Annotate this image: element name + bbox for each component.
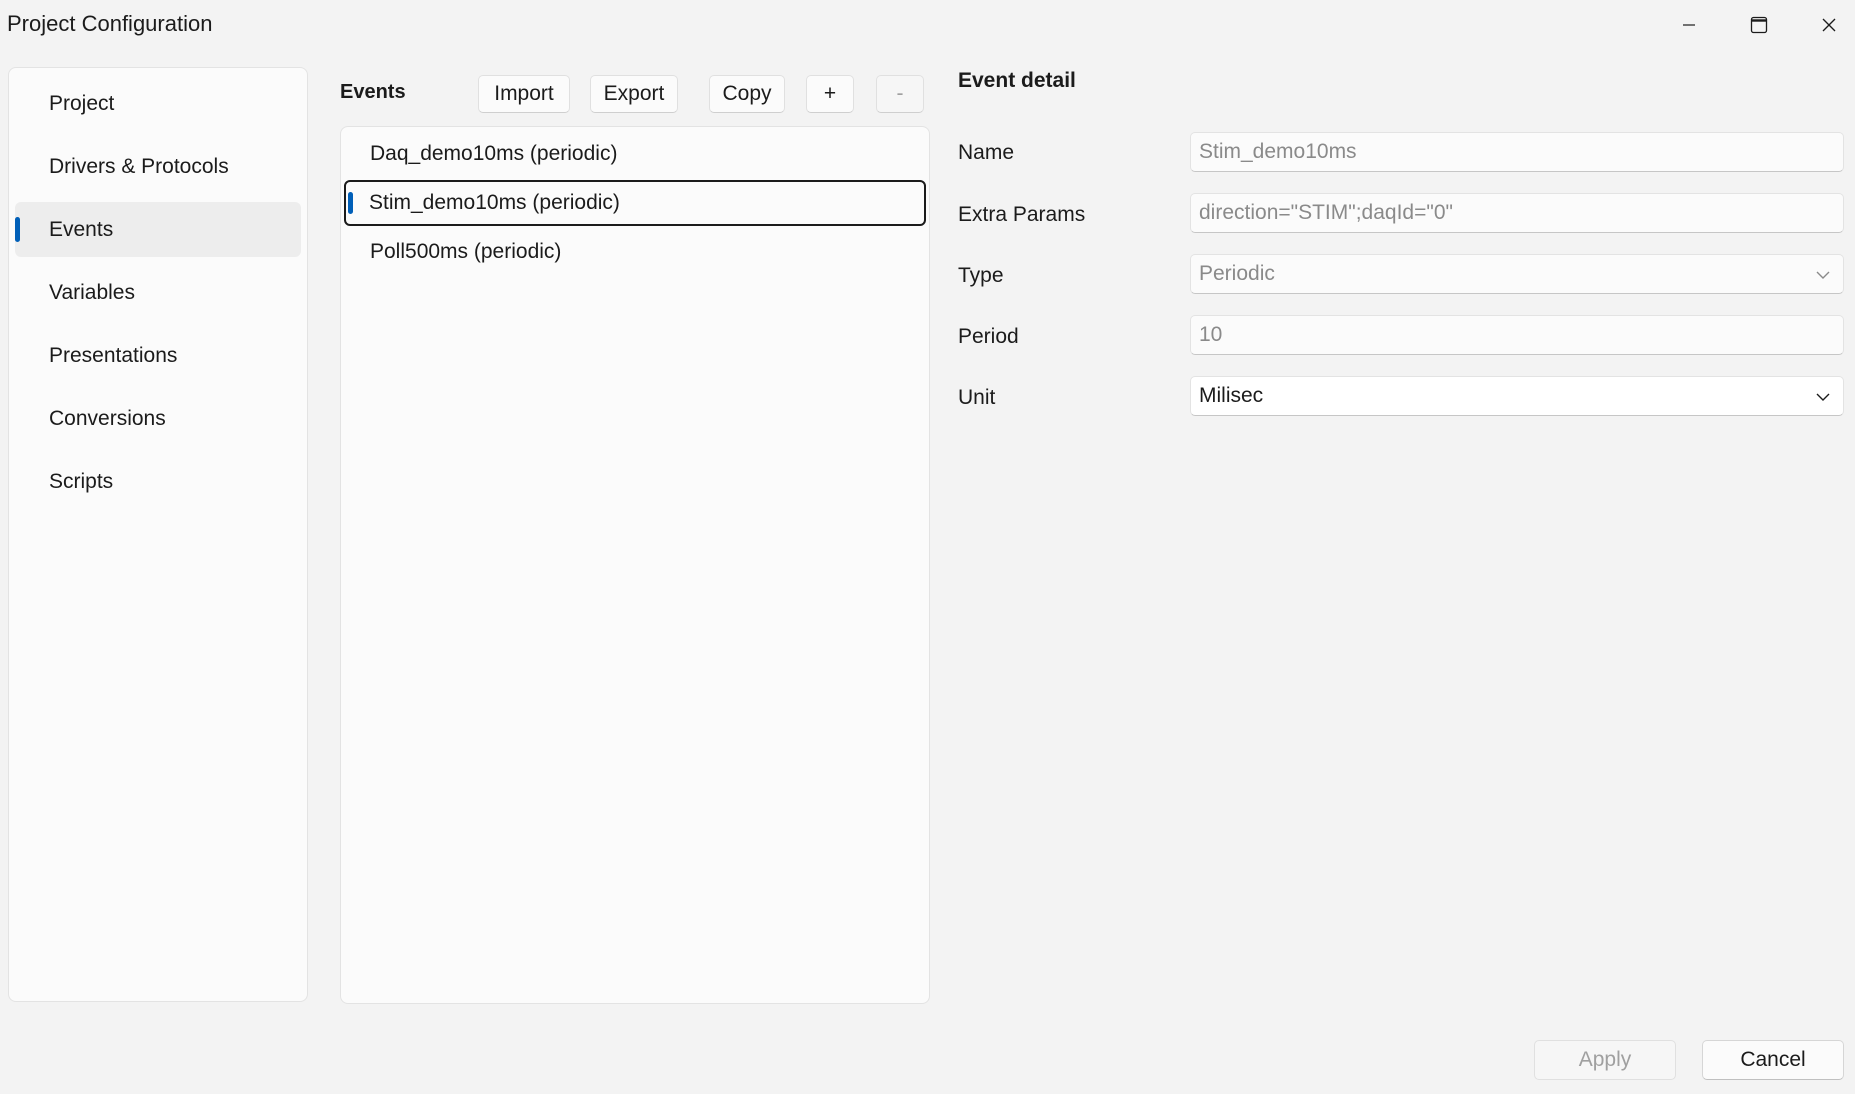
window-title: Project Configuration — [7, 11, 213, 36]
period-field[interactable]: 10 — [1190, 315, 1844, 355]
cancel-button[interactable]: Cancel — [1702, 1040, 1844, 1080]
maximize-icon — [1750, 16, 1768, 34]
event-item-label: Stim_demo10ms (periodic) — [369, 191, 620, 214]
close-icon — [1822, 18, 1836, 32]
sidebar-item-presentations[interactable]: Presentations — [15, 328, 301, 383]
type-dropdown[interactable]: Periodic — [1190, 254, 1844, 294]
import-button[interactable]: Import — [478, 75, 570, 113]
unit-value: Milisec — [1199, 384, 1264, 407]
sidebar-item-label: Variables — [49, 280, 135, 304]
event-list-item-stim-demo10ms[interactable]: Stim_demo10ms (periodic) — [344, 180, 926, 226]
sidebar-item-project[interactable]: Project — [15, 76, 301, 131]
event-list-item-poll500ms[interactable]: Poll500ms (periodic) — [344, 229, 926, 275]
close-button[interactable] — [1794, 0, 1855, 50]
events-toolbar: Events Import Export Copy + - — [340, 75, 930, 115]
project-configuration-window: Project Configuration Project Drivers & … — [0, 0, 1855, 1094]
selection-indicator — [15, 217, 20, 242]
remove-event-button[interactable]: - — [876, 75, 924, 113]
extra-params-label: Extra Params — [958, 203, 1086, 226]
extra-params-field[interactable]: direction="STIM";daqId="0" — [1190, 193, 1844, 233]
sidebar-item-label: Project — [49, 91, 115, 115]
name-field[interactable]: Stim_demo10ms — [1190, 132, 1844, 172]
extra-params-value: direction="STIM";daqId="0" — [1199, 201, 1453, 224]
period-value: 10 — [1199, 323, 1223, 346]
event-list: Daq_demo10ms (periodic) Stim_demo10ms (p… — [340, 126, 930, 1004]
sidebar-item-scripts[interactable]: Scripts — [15, 454, 301, 509]
apply-button[interactable]: Apply — [1534, 1040, 1676, 1080]
title-bar: Project Configuration — [0, 0, 1855, 56]
type-value: Periodic — [1199, 262, 1275, 285]
sidebar-item-label: Presentations — [49, 343, 178, 367]
sidebar-item-drivers-protocols[interactable]: Drivers & Protocols — [15, 139, 301, 194]
unit-dropdown[interactable]: Milisec — [1190, 376, 1844, 416]
unit-label: Unit — [958, 386, 996, 409]
event-list-item-daq-demo10ms[interactable]: Daq_demo10ms (periodic) — [344, 131, 926, 177]
sidebar-item-conversions[interactable]: Conversions — [15, 391, 301, 446]
event-item-label: Daq_demo10ms (periodic) — [370, 142, 618, 165]
sidebar-nav: Project Drivers & Protocols Events Varia… — [8, 67, 308, 1002]
selection-indicator — [348, 192, 353, 214]
copy-button[interactable]: Copy — [709, 75, 785, 113]
sidebar-item-variables[interactable]: Variables — [15, 265, 301, 320]
sidebar-item-label: Scripts — [49, 469, 114, 493]
sidebar-item-label: Drivers & Protocols — [49, 154, 229, 178]
export-button[interactable]: Export — [590, 75, 678, 113]
maximize-button[interactable] — [1724, 0, 1794, 50]
chevron-down-icon — [1816, 393, 1830, 401]
minimize-icon — [1683, 24, 1695, 26]
event-detail-title: Event detail — [958, 69, 1076, 92]
minimize-button[interactable] — [1654, 0, 1724, 50]
period-label: Period — [958, 325, 1019, 348]
name-value: Stim_demo10ms — [1199, 140, 1357, 163]
sidebar-item-label: Events — [49, 217, 114, 241]
name-label: Name — [958, 141, 1015, 164]
sidebar-item-events[interactable]: Events — [15, 202, 301, 257]
add-event-button[interactable]: + — [806, 75, 854, 113]
chevron-down-icon — [1816, 271, 1830, 279]
sidebar-item-label: Conversions — [49, 406, 166, 430]
event-item-label: Poll500ms (periodic) — [370, 240, 562, 263]
events-heading: Events — [340, 81, 406, 103]
type-label: Type — [958, 264, 1004, 287]
